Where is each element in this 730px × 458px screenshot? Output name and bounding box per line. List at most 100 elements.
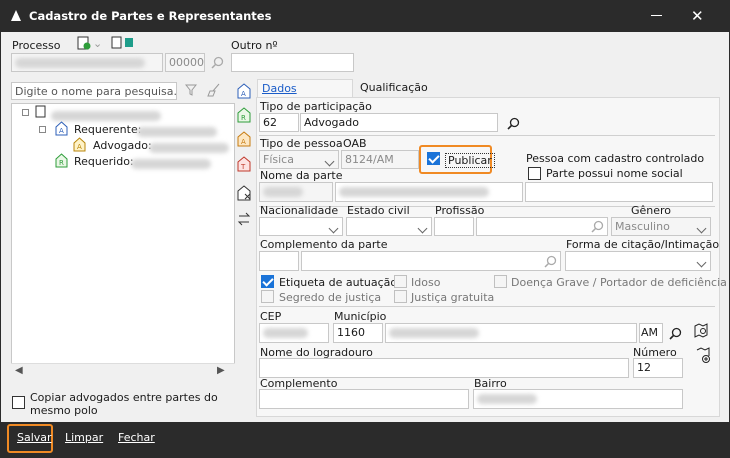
logradouro-field[interactable] — [259, 358, 629, 378]
tree-collapse-toggle[interactable] — [22, 109, 29, 116]
oab-field[interactable]: 8124/AM — [341, 150, 419, 169]
justica-gratuita-label[interactable]: Justiça gratuita — [411, 291, 494, 304]
copiar-advogados-label[interactable]: Copiar advogados entre partes do mesmo p… — [30, 391, 250, 417]
person-remove-icon[interactable] — [237, 185, 251, 201]
add-requerente-icon[interactable]: A — [237, 83, 251, 99]
genero-select[interactable]: Masculino — [611, 217, 711, 236]
segredo-label[interactable]: Segredo de justiça — [279, 291, 381, 304]
complemento-parte-label: Complemento da parte — [260, 238, 388, 251]
doenca-checkbox[interactable] — [494, 275, 507, 288]
svg-text:A: A — [77, 143, 82, 151]
tree-horizontal-scrollbar[interactable]: ◀ ▶ — [11, 363, 235, 379]
nome-social-label[interactable]: Parte possui nome social — [546, 167, 683, 180]
new-process-icon[interactable] — [77, 36, 91, 50]
close-button[interactable]: ✕ — [691, 7, 704, 25]
svg-text:A: A — [241, 138, 246, 146]
filter-icon[interactable] — [185, 84, 197, 96]
idoso-label[interactable]: Idoso — [411, 276, 440, 289]
forma-citacao-label: Forma de citação/Intimação — [566, 238, 720, 251]
person-a-icon: A — [55, 121, 68, 136]
advogado-label[interactable]: Advogado: — [93, 139, 152, 152]
nome-parte-code[interactable] — [259, 182, 333, 202]
justica-gratuita-checkbox[interactable] — [394, 290, 407, 303]
fechar-button[interactable]: Fechar — [118, 431, 155, 444]
profissao-field[interactable] — [476, 217, 608, 236]
tab-dados-principais[interactable]: Dados principais — [257, 79, 353, 108]
nome-parte-field[interactable] — [335, 182, 523, 202]
dropdown-arrow-icon[interactable]: ⌄ — [93, 37, 102, 50]
search-icon[interactable] — [544, 255, 557, 268]
add-address-icon[interactable] — [695, 347, 711, 363]
nome-social-field[interactable] — [525, 182, 713, 202]
estado-civil-label: Estado civil — [347, 204, 410, 217]
doenca-label[interactable]: Doença Grave / Portador de deficiência — [511, 276, 727, 289]
municipio-field[interactable] — [385, 323, 637, 343]
publicar-label[interactable]: Publicar — [445, 153, 495, 168]
salvar-button[interactable]: Salvar — [17, 431, 52, 444]
search-icon[interactable] — [669, 327, 682, 340]
tipo-participacao-code[interactable]: 62 — [259, 113, 299, 132]
search-icon[interactable] — [507, 117, 520, 130]
advogado-name — [149, 141, 229, 154]
processo-label: Processo — [12, 39, 61, 52]
outro-field[interactable] — [231, 53, 354, 72]
profissao-code[interactable] — [434, 217, 474, 236]
bairro-field[interactable] — [473, 389, 683, 409]
cep-field[interactable] — [259, 323, 329, 343]
requerido-name — [131, 157, 211, 170]
complemento-parte-field[interactable] — [301, 251, 561, 271]
add-requerido-icon[interactable]: R — [237, 107, 251, 123]
party-search-input[interactable]: Digite o nome para pesquisa... — [11, 82, 177, 100]
oab-label: OAB — [343, 137, 367, 150]
complemento-field[interactable] — [259, 389, 469, 409]
person-r-icon: R — [55, 153, 68, 168]
idoso-checkbox[interactable] — [394, 275, 407, 288]
municipio-uf[interactable]: AM — [639, 323, 663, 343]
tipo-pessoa-select[interactable]: Física — [259, 150, 339, 169]
search-icon[interactable] — [591, 220, 604, 233]
tree-collapse-toggle-requerente[interactable] — [39, 126, 46, 133]
tipo-pessoa-label: Tipo de pessoa — [260, 137, 343, 150]
etiqueta-checkbox[interactable] — [261, 275, 274, 288]
estado-civil-select[interactable] — [346, 217, 432, 236]
outro-label: Outro nº — [231, 39, 278, 52]
scroll-right-icon[interactable]: ▶ — [217, 365, 225, 376]
search-icon[interactable] — [211, 56, 224, 69]
segredo-checkbox[interactable] — [261, 290, 274, 303]
broom-icon[interactable] — [207, 83, 221, 97]
profissao-label: Profissão — [435, 204, 485, 217]
complemento-parte-code[interactable] — [259, 251, 299, 271]
window-title: Cadastro de Partes e Representantes — [29, 9, 272, 23]
requerido-label[interactable]: Requerido: — [74, 155, 134, 168]
scale-icon — [11, 10, 21, 21]
limpar-button[interactable]: Limpar — [65, 431, 103, 444]
copiar-advogados-checkbox[interactable] — [12, 396, 25, 409]
publicar-checkbox[interactable] — [427, 152, 440, 165]
svg-text:A: A — [59, 127, 64, 135]
nome-social-checkbox[interactable] — [528, 167, 541, 180]
processo-suffix-field[interactable]: 00000 — [165, 53, 205, 72]
bookmark-icon[interactable] — [111, 36, 123, 50]
svg-text:R: R — [59, 159, 64, 167]
genero-label: Gênero — [631, 204, 672, 217]
add-terceiro-icon[interactable]: T — [237, 156, 251, 172]
dialog-window: Cadastro de Partes e Representantes ✕ Pr… — [0, 0, 730, 458]
add-advogado-icon[interactable]: A — [237, 131, 251, 147]
requerente-name — [137, 125, 217, 138]
etiqueta-label[interactable]: Etiqueta de autuação — [279, 276, 397, 289]
scroll-left-icon[interactable]: ◀ — [15, 365, 23, 376]
tipo-participacao-field[interactable]: Advogado — [300, 113, 498, 132]
requerente-label[interactable]: Requerente: — [74, 123, 141, 136]
document-icon — [35, 105, 46, 118]
map-search-icon[interactable] — [693, 323, 709, 339]
municipio-code[interactable]: 1160 — [333, 323, 383, 343]
processo-number-field[interactable] — [11, 53, 163, 72]
forma-citacao-select[interactable] — [565, 251, 711, 271]
numero-field[interactable]: 12 — [633, 358, 683, 378]
person-swap-icon[interactable] — [237, 211, 251, 227]
svg-text:T: T — [240, 163, 246, 171]
title-bar: Cadastro de Partes e Representantes ✕ — [1, 1, 729, 32]
nacionalidade-select[interactable] — [259, 217, 343, 236]
minimize-button[interactable] — [651, 15, 662, 16]
tab-qualificacao[interactable]: Qualificação — [356, 79, 428, 98]
